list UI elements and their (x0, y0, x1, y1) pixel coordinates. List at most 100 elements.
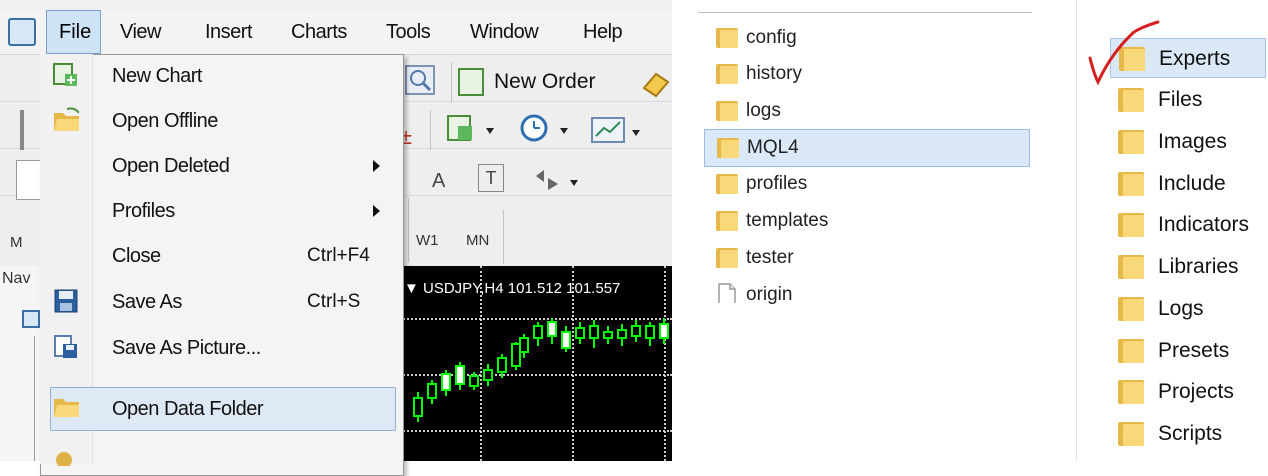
lock-icon (56, 452, 72, 468)
menu-item-save-as-picture[interactable]: Save As Picture... (41, 326, 401, 370)
folder-row-libraries[interactable]: Libraries (1110, 247, 1266, 287)
folder-label: tester (746, 247, 794, 268)
menu-item-label: Close (112, 245, 161, 267)
menu-item-label: New Chart (112, 65, 202, 87)
folder-label: Presets (1158, 339, 1230, 362)
menu-item-open-data-folder[interactable]: Open Data Folder (41, 387, 401, 431)
file-row-origin[interactable]: origin (704, 277, 1030, 313)
folder-icon (1118, 130, 1144, 154)
new-order-icon (458, 68, 484, 96)
folder-icon (1118, 88, 1144, 112)
folder-icon (716, 101, 738, 121)
periods-clock-icon[interactable] (516, 112, 576, 146)
new-order-label: New Order (494, 70, 596, 93)
folder-icon (1118, 172, 1144, 196)
folder-icon (716, 28, 738, 48)
toolbar-separator (430, 110, 431, 150)
arrows-tool-icon[interactable] (530, 164, 586, 198)
menu-item-label: Save As Picture... (112, 337, 261, 359)
menu-insert[interactable]: Insert (205, 10, 253, 54)
menu-item-open-offline[interactable]: Open Offline (41, 99, 401, 143)
new-chart-icon (53, 63, 77, 86)
new-chart-dropdown-icon[interactable] (446, 112, 506, 146)
templates-icon[interactable] (590, 114, 652, 148)
toolbar-separator (451, 62, 452, 102)
folder-icon (716, 174, 738, 194)
folder-icon (1118, 213, 1144, 237)
folder-row-config[interactable]: config (704, 20, 1030, 56)
folder-row-projects[interactable]: Projects (1110, 372, 1266, 412)
menu-item-partial[interactable] (50, 446, 80, 468)
folder-label: Projects (1158, 380, 1234, 403)
folder-icon (1118, 422, 1144, 446)
menu-tools[interactable]: Tools (386, 10, 431, 54)
text-label-tool-button[interactable]: T (478, 164, 504, 192)
chart-symbol-title: ▼ USDJPY,H4 101.512 101.557 (404, 280, 621, 297)
menu-item-label: Profiles (112, 200, 175, 222)
save-picture-icon (54, 335, 77, 358)
menu-item-open-deleted[interactable]: Open Deleted (41, 144, 401, 188)
folder-label: templates (746, 210, 829, 231)
folder-icon (716, 64, 738, 84)
folder-row-images[interactable]: Images (1110, 122, 1266, 162)
folder-label: history (746, 63, 802, 84)
folder-row-logs[interactable]: logs (704, 93, 1030, 129)
panel-divider (698, 12, 1032, 13)
folder-row-scripts[interactable]: Scripts (1110, 414, 1266, 454)
folder-label: Logs (1158, 297, 1204, 320)
folder-icon (717, 138, 739, 158)
folder-icon (1118, 339, 1144, 363)
folder-label: MQL4 (747, 137, 799, 158)
menu-item-label: Save As (112, 291, 182, 313)
folder-row-include[interactable]: Include (1110, 164, 1266, 204)
text-tool-button[interactable]: A (432, 170, 445, 193)
menu-item-shortcut: Ctrl+S (307, 291, 361, 312)
folder-row-logs[interactable]: Logs (1110, 289, 1266, 329)
timeframe-mn[interactable]: MN (466, 232, 489, 249)
candlestick-series (413, 318, 669, 422)
folder-row-tester[interactable]: tester (704, 240, 1030, 276)
folder-icon (716, 211, 738, 231)
file-icon (718, 283, 736, 303)
timeframe-partial[interactable]: M (10, 234, 23, 251)
menu-view[interactable]: View (120, 10, 162, 54)
folder-label: Images (1158, 130, 1227, 153)
folder-label: Libraries (1158, 255, 1239, 278)
open-folder-icon (54, 107, 79, 131)
file-label: origin (746, 284, 793, 305)
navigator-title: Nav (2, 270, 31, 287)
folder-row-presets[interactable]: Presets (1110, 331, 1266, 371)
checkmark-annotation-icon (1088, 20, 1160, 86)
folder-label: config (746, 27, 797, 48)
folder-icon (1118, 297, 1144, 321)
timeframe-w1[interactable]: W1 (416, 232, 439, 249)
menu-item-new-chart[interactable]: New Chart (41, 54, 401, 98)
app-logo-icon[interactable] (8, 18, 36, 46)
save-icon (54, 289, 78, 313)
folder-label: Scripts (1158, 422, 1223, 445)
folder-row-templates[interactable]: templates (704, 203, 1030, 239)
folder-label: Files (1158, 88, 1203, 111)
tree-line (34, 336, 35, 461)
menu-item-save-as[interactable]: Save As Ctrl+S (41, 280, 401, 324)
menu-window[interactable]: Window (470, 10, 539, 54)
expert-advisors-icon[interactable] (640, 68, 670, 98)
folder-row-history[interactable]: history (704, 56, 1030, 92)
menu-help[interactable]: Help (583, 10, 623, 54)
menu-file[interactable]: File (46, 10, 101, 54)
folder-label: Include (1158, 172, 1226, 195)
toolbar-grip (20, 110, 24, 150)
menu-item-profiles[interactable]: Profiles (41, 189, 401, 233)
menu-file-label: File (59, 21, 92, 43)
menu-item-label: Open Data Folder (112, 398, 263, 420)
folder-row-mql4[interactable]: MQL4 (704, 129, 1030, 167)
cursor-tool-button[interactable] (16, 160, 42, 200)
menu-charts[interactable]: Charts (291, 10, 347, 54)
folder-row-profiles[interactable]: profiles (704, 166, 1030, 202)
menu-item-close[interactable]: Close Ctrl+F4 (41, 234, 401, 278)
menu-item-shortcut: Ctrl+F4 (307, 245, 370, 266)
folder-row-indicators[interactable]: Indicators (1110, 205, 1266, 245)
folder-label: Experts (1159, 47, 1231, 70)
submenu-arrow-icon (373, 205, 380, 217)
zoom-icon[interactable] (404, 64, 438, 98)
